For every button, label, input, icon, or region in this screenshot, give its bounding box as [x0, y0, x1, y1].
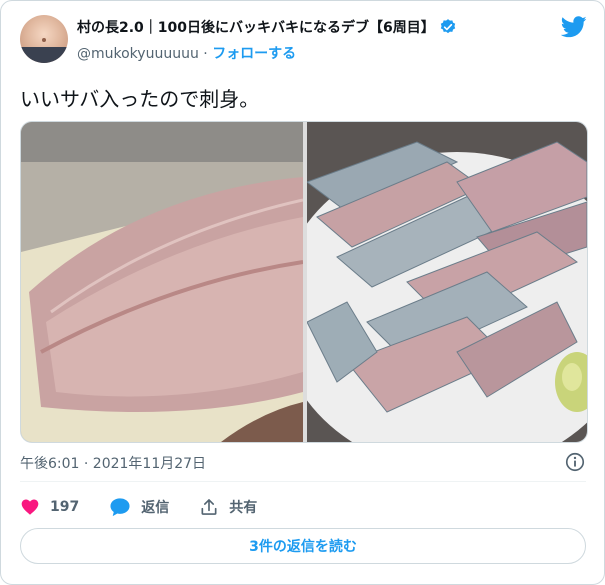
follow-link[interactable]: フォローする	[212, 46, 296, 62]
tweet-card: 村の長2.0｜100日後にバッキバキになるデブ【6周目】 @mukokyuuuu…	[0, 0, 605, 585]
tweet-timestamp[interactable]: 午後6:01 · 2021年11月27日	[20, 453, 206, 473]
info-icon[interactable]	[564, 451, 586, 477]
read-replies-button[interactable]: 3件の返信を読む	[20, 528, 586, 564]
avatar-detail	[42, 38, 46, 42]
verified-icon	[439, 18, 457, 36]
author-handle-row: @mukokyuuuuuu · フォローする	[77, 43, 296, 63]
photo-sashimi-plate[interactable]	[307, 122, 587, 442]
photo-mackerel-fillet[interactable]	[21, 122, 303, 442]
author-name-row: 村の長2.0｜100日後にバッキバキになるデブ【6周目】	[77, 17, 457, 37]
tweet-media	[20, 121, 588, 443]
avatar[interactable]	[20, 15, 68, 63]
tweet-actions: 197 返信 共有	[20, 493, 287, 521]
reply-button[interactable]: 返信	[109, 497, 169, 517]
divider	[20, 481, 586, 482]
share-label: 共有	[229, 500, 258, 516]
author-display-name[interactable]: 村の長2.0｜100日後にバッキバキになるデブ【6周目】	[77, 17, 435, 37]
like-button[interactable]: 197	[20, 497, 79, 517]
share-button[interactable]: 共有	[199, 497, 257, 517]
avatar-detail	[20, 47, 68, 63]
like-count: 197	[50, 499, 80, 515]
twitter-logo-icon[interactable]	[560, 16, 587, 42]
heart-icon	[20, 497, 40, 517]
reply-bubble-icon	[109, 497, 131, 517]
handle-separator: ·	[203, 46, 208, 62]
share-icon	[199, 497, 219, 517]
tweet-text: いいサバ入ったので刺身。	[20, 87, 260, 111]
reply-label: 返信	[141, 500, 170, 516]
author-handle[interactable]: @mukokyuuuuuu	[77, 46, 199, 62]
